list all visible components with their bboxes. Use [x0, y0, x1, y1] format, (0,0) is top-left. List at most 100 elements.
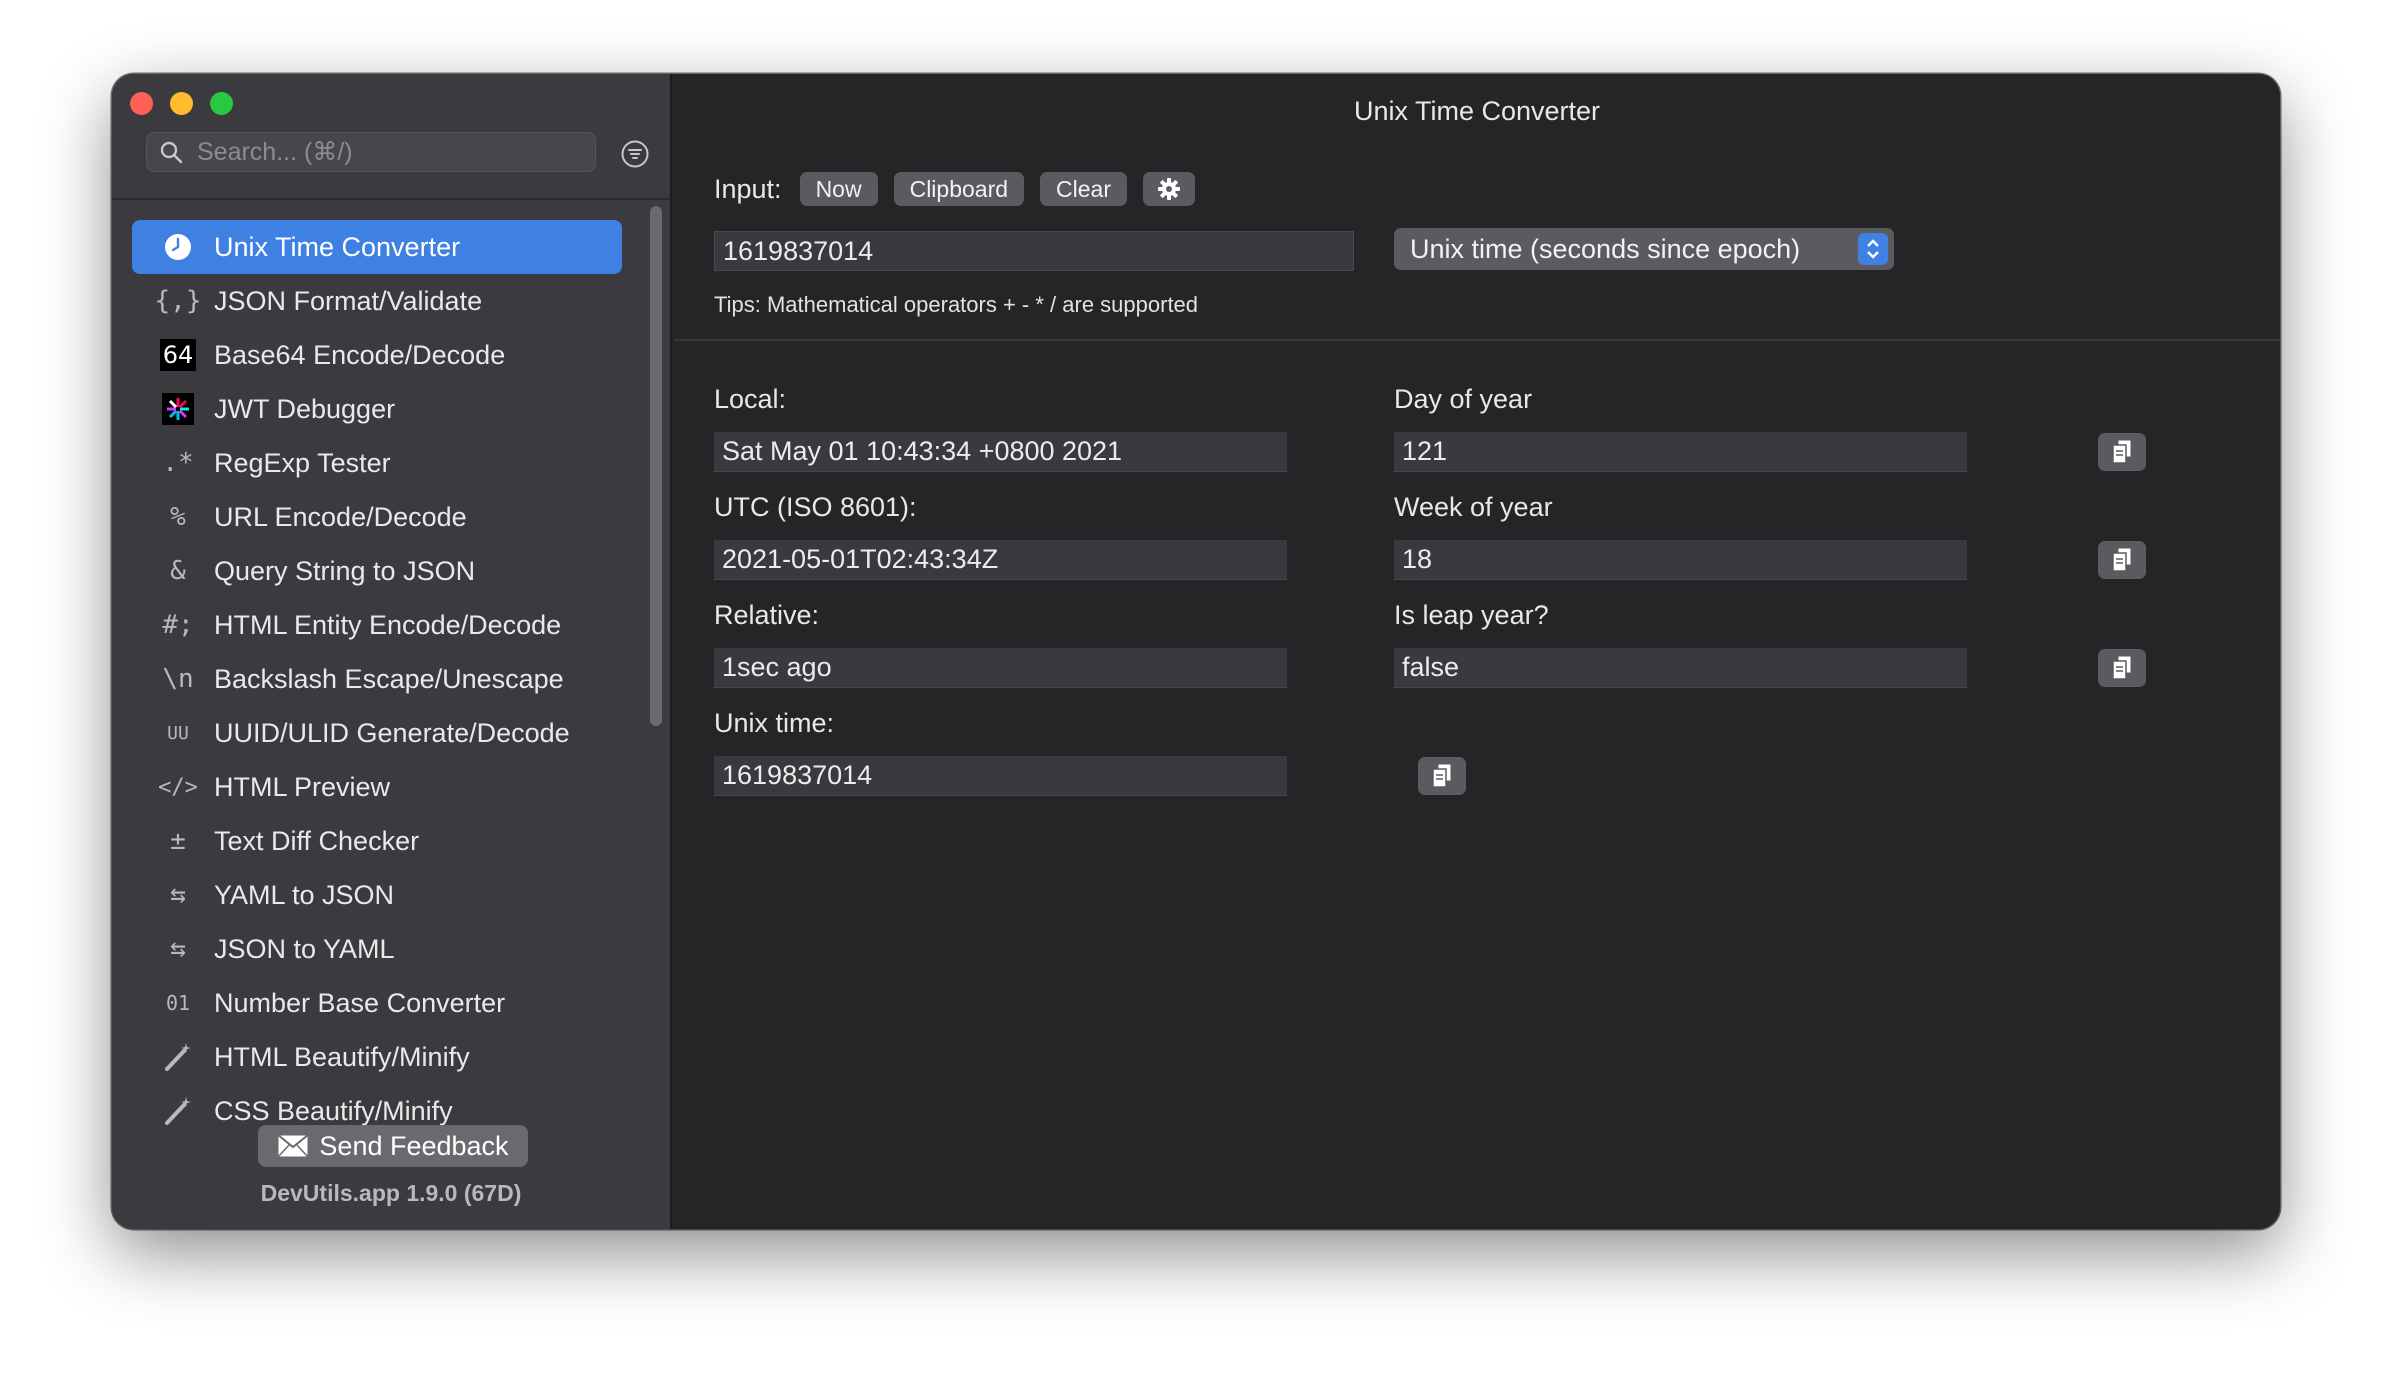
sidebar-divider	[112, 198, 670, 200]
sidebar-item-backslash-escape[interactable]: \n Backslash Escape/Unescape	[132, 652, 622, 706]
page-title: Unix Time Converter	[1353, 96, 1601, 126]
sidebar-item-uuid[interactable]: UU UUID/ULID Generate/Decode	[132, 706, 622, 760]
sidebar-item-label: UUID/ULID Generate/Decode	[214, 717, 570, 748]
sidebar-item-text-diff[interactable]: ± Text Diff Checker	[132, 814, 622, 868]
copy-icon	[2112, 547, 2132, 572]
copy-leap-year-button[interactable]	[2098, 649, 2146, 687]
minimize-window-button[interactable]	[170, 92, 193, 115]
sidebar-item-label: URL Encode/Decode	[214, 501, 467, 532]
utc-value-field[interactable]: 2021-05-01T02:43:34Z	[714, 540, 1287, 580]
window-controls	[130, 92, 233, 115]
braces-icon: {,}	[154, 286, 202, 316]
week-of-year-value-field[interactable]: 18	[1394, 540, 1967, 580]
leap-year-label: Is leap year?	[1394, 600, 1549, 630]
binary-icon: 01	[165, 991, 191, 1015]
clipboard-button[interactable]: Clipboard	[893, 172, 1025, 206]
sidebar-item-unix-time-converter[interactable]: Unix Time Converter	[132, 220, 622, 274]
jwt-icon	[158, 389, 198, 429]
day-of-year-label: Day of year	[1394, 384, 1533, 414]
base64-icon: 64	[158, 335, 198, 375]
code-tag-icon: </>	[158, 774, 198, 800]
close-window-button[interactable]	[130, 92, 153, 115]
sidebar-item-label: HTML Beautify/Minify	[214, 1041, 470, 1072]
sidebar-item-base64[interactable]: 64 Base64 Encode/Decode	[132, 328, 622, 382]
week-of-year-label: Week of year	[1394, 492, 1553, 522]
send-feedback-button[interactable]: Send Feedback	[258, 1125, 528, 1167]
sidebar-scrollbar[interactable]	[650, 206, 662, 726]
chevron-up-down-icon	[1858, 233, 1888, 265]
sidebar-item-html-entity[interactable]: #; HTML Entity Encode/Decode	[132, 598, 622, 652]
relative-value-field[interactable]: 1sec ago	[714, 648, 1287, 688]
now-button[interactable]: Now	[799, 172, 878, 206]
uuid-icon: UU	[167, 722, 189, 744]
hash-icon: #;	[162, 610, 194, 640]
copy-icon	[1432, 763, 1452, 788]
gear-icon	[1158, 178, 1180, 200]
sidebar-item-html-preview[interactable]: </> HTML Preview	[132, 760, 622, 814]
search-input[interactable]	[197, 137, 557, 167]
tool-list: Unix Time Converter {,} JSON Format/Vali…	[132, 220, 622, 1180]
sidebar-item-label: JWT Debugger	[214, 393, 396, 424]
filter-icon[interactable]	[620, 139, 650, 169]
sidebar-item-label: CSS Beautify/Minify	[214, 1095, 453, 1126]
relative-label: Relative:	[714, 600, 820, 630]
sidebar-item-query-string[interactable]: & Query String to JSON	[132, 544, 622, 598]
backslash-icon: \n	[162, 664, 194, 694]
search-icon	[160, 141, 183, 164]
sidebar-item-number-base[interactable]: 01 Number Base Converter	[132, 976, 622, 1030]
leap-year-value-field[interactable]: false	[1394, 648, 1967, 688]
clock-icon	[158, 227, 198, 267]
sidebar: Unix Time Converter {,} JSON Format/Vali…	[112, 74, 672, 1229]
zoom-window-button[interactable]	[210, 92, 233, 115]
tips-text: Tips: Mathematical operators + - * / are…	[714, 292, 1199, 317]
sidebar-item-label: Base64 Encode/Decode	[214, 339, 506, 370]
sidebar-item-regexp-tester[interactable]: .* RegExp Tester	[132, 436, 622, 490]
copy-day-of-year-button[interactable]	[2098, 433, 2146, 471]
sidebar-item-label: HTML Preview	[214, 771, 391, 802]
regex-icon: .*	[162, 448, 194, 478]
settings-button[interactable]	[1143, 172, 1195, 206]
app-version: DevUtils.app 1.9.0 (67D)	[260, 1180, 522, 1206]
input-format-select[interactable]: Unix time (seconds since epoch)	[1394, 228, 1894, 270]
magic-wand-icon	[158, 1037, 198, 1077]
sidebar-item-label: HTML Entity Encode/Decode	[214, 609, 562, 640]
swap-icon: ⇆	[170, 934, 186, 964]
sidebar-item-label: Number Base Converter	[214, 987, 506, 1018]
envelope-icon	[277, 1134, 310, 1158]
sidebar-item-label: JSON Format/Validate	[214, 285, 483, 316]
input-label: Input:	[714, 173, 782, 204]
clear-button[interactable]: Clear	[1040, 172, 1127, 206]
swap-icon: ⇆	[170, 880, 186, 910]
sidebar-item-label: RegExp Tester	[214, 447, 391, 478]
copy-unix-time-button[interactable]	[1418, 757, 1466, 795]
sidebar-item-label: YAML to JSON	[214, 879, 395, 910]
diff-icon: ±	[170, 826, 186, 856]
input-toolbar: Input: Now Clipboard Clear	[714, 172, 1211, 206]
sidebar-item-json-format[interactable]: {,} JSON Format/Validate	[132, 274, 622, 328]
sidebar-item-yaml-to-json[interactable]: ⇆ YAML to JSON	[132, 868, 622, 922]
main-panel: Unix Time Converter Input: Now Clipboard…	[674, 74, 2280, 1229]
percent-icon: %	[170, 502, 186, 532]
unix-time-label: Unix time:	[714, 708, 835, 738]
unix-time-value-field[interactable]: 1619837014	[714, 756, 1287, 796]
search-box[interactable]	[146, 132, 596, 172]
magic-wand-icon	[158, 1091, 198, 1131]
copy-week-of-year-button[interactable]	[2098, 541, 2146, 579]
sidebar-item-jwt-debugger[interactable]: JWT Debugger	[132, 382, 622, 436]
day-of-year-value-field[interactable]: 121	[1394, 432, 1967, 472]
sidebar-item-json-to-yaml[interactable]: ⇆ JSON to YAML	[132, 922, 622, 976]
timestamp-input[interactable]	[714, 231, 1354, 271]
local-value-field[interactable]: Sat May 01 10:43:34 +0800 2021	[714, 432, 1287, 472]
sidebar-item-url-encode[interactable]: % URL Encode/Decode	[132, 490, 622, 544]
sidebar-item-html-beautify[interactable]: HTML Beautify/Minify	[132, 1030, 622, 1084]
sidebar-item-label: JSON to YAML	[214, 933, 395, 964]
section-divider	[674, 339, 2280, 341]
local-label: Local:	[714, 384, 787, 414]
sidebar-item-label: Unix Time Converter	[214, 231, 461, 262]
copy-icon	[2112, 655, 2132, 680]
sidebar-item-label: Backslash Escape/Unescape	[214, 663, 564, 694]
sidebar-item-label: Text Diff Checker	[214, 825, 420, 856]
copy-icon	[2112, 439, 2132, 464]
send-feedback-label: Send Feedback	[319, 1130, 509, 1161]
app-window: Unix Time Converter {,} JSON Format/Vali…	[112, 74, 2280, 1229]
